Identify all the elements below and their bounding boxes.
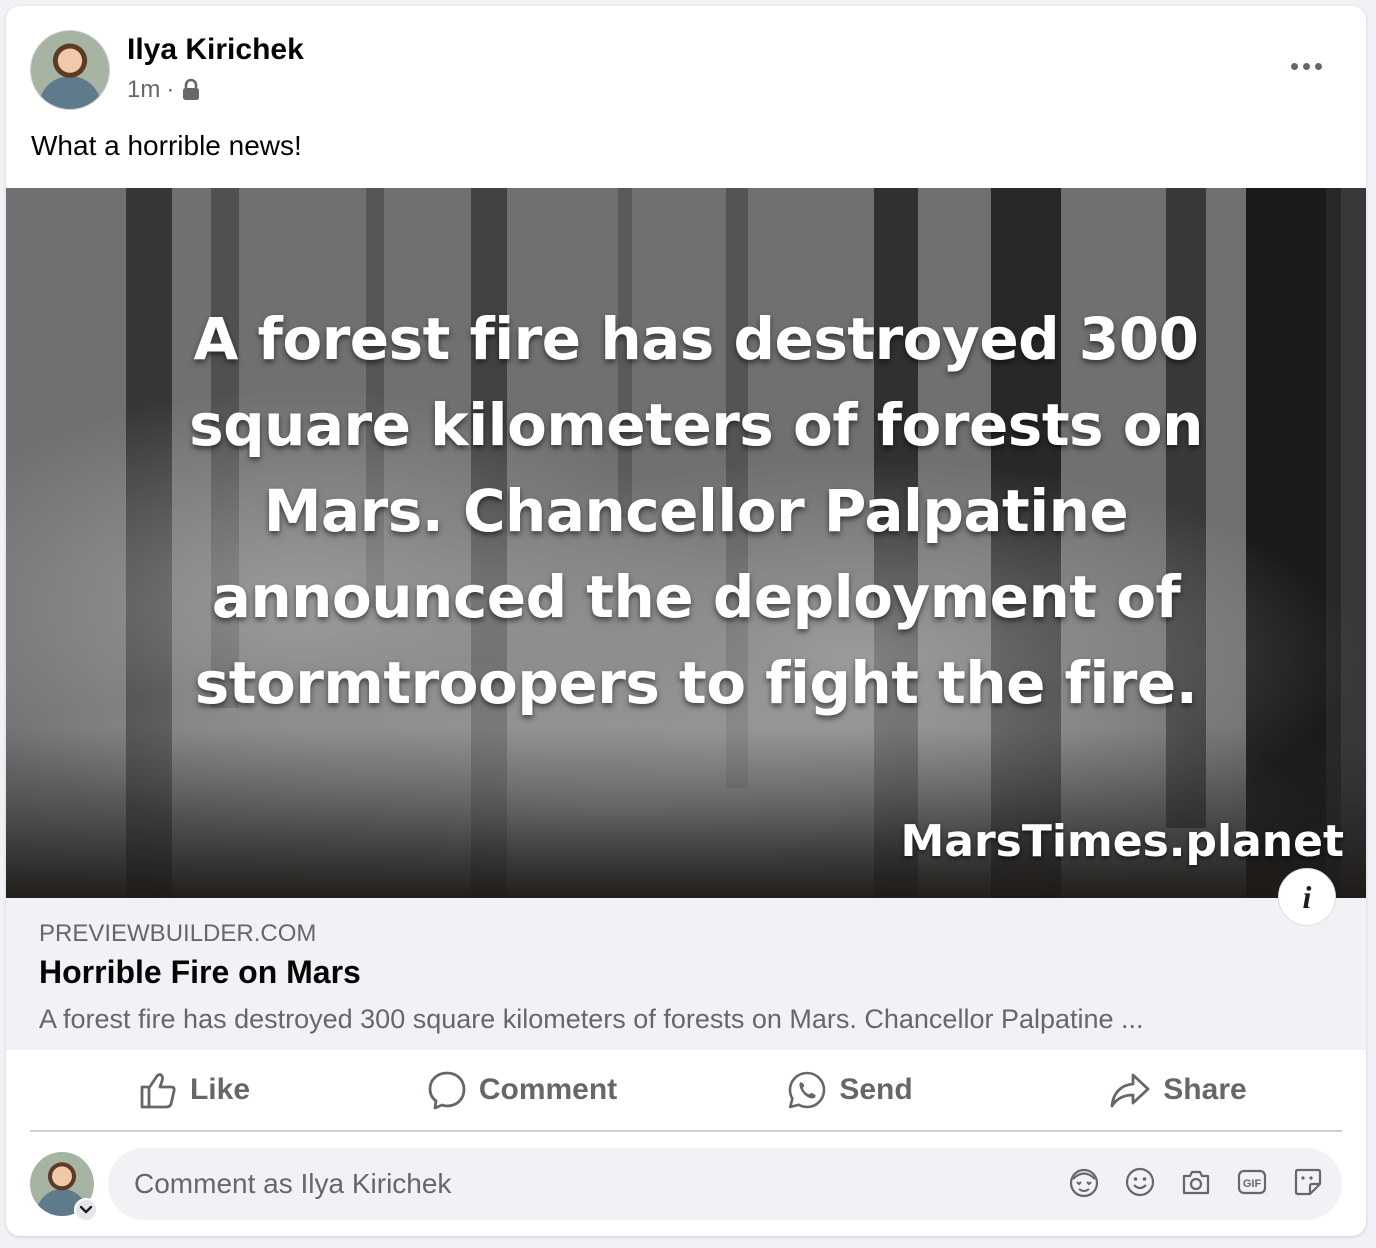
whatsapp-icon xyxy=(787,1070,827,1110)
like-label: Like xyxy=(189,1073,251,1106)
share-label: Share xyxy=(1163,1073,1247,1106)
avatar-sticker-icon[interactable] xyxy=(1068,1166,1100,1198)
info-icon[interactable]: i xyxy=(1278,868,1336,926)
author-avatar[interactable] xyxy=(30,30,110,110)
thumbs-up-icon xyxy=(138,1070,178,1110)
link-image[interactable]: A forest fire has destroyed 300 square k… xyxy=(6,188,1366,898)
link-description: A forest fire has destroyed 300 square k… xyxy=(39,1004,1144,1034)
share-arrow-icon xyxy=(1109,1070,1151,1110)
comment-bubble-icon xyxy=(427,1070,467,1110)
emoji-icon[interactable] xyxy=(1124,1166,1156,1198)
send-button[interactable]: Send xyxy=(686,1050,1014,1130)
chevron-down-icon[interactable] xyxy=(74,1198,98,1222)
post-meta: 1m · xyxy=(127,76,202,104)
share-button[interactable]: Share xyxy=(1014,1050,1342,1130)
post-card: Ilya Kirichek 1m · What a horrible news! xyxy=(6,6,1366,1236)
meta-separator: · xyxy=(166,76,175,103)
link-title[interactable]: Horrible Fire on Mars xyxy=(39,954,361,991)
more-dot-icon xyxy=(1290,62,1298,70)
action-bar: Like Comment Send Share xyxy=(30,1050,1342,1132)
lock-icon[interactable] xyxy=(180,78,202,102)
composer-icons: GIF xyxy=(1068,1166,1324,1198)
image-headline: A forest fire has destroyed 300 square k… xyxy=(189,305,1203,717)
post-time[interactable]: 1m xyxy=(127,76,160,104)
send-label: Send xyxy=(839,1073,913,1106)
more-dot-icon xyxy=(1302,62,1310,70)
comment-input-wrapper[interactable]: GIF xyxy=(108,1148,1342,1220)
post-text: What a horrible news! xyxy=(31,130,302,161)
comment-composer: GIF xyxy=(30,1148,1342,1222)
comment-label: Comment xyxy=(478,1073,618,1106)
camera-icon[interactable] xyxy=(1180,1166,1212,1198)
svg-text:GIF: GIF xyxy=(1243,1178,1262,1190)
comment-button[interactable]: Comment xyxy=(358,1050,686,1130)
more-dot-icon xyxy=(1314,62,1322,70)
link-preview[interactable]: PREVIEWBUILDER.COM Horrible Fire on Mars… xyxy=(6,898,1366,1050)
more-options-button[interactable] xyxy=(1284,50,1328,82)
image-watermark: MarsTimes.planet xyxy=(900,816,1344,867)
sticker-icon[interactable] xyxy=(1292,1166,1324,1198)
author-name[interactable]: Ilya Kirichek xyxy=(127,33,304,67)
link-domain: PREVIEWBUILDER.COM xyxy=(39,920,317,947)
comment-input[interactable] xyxy=(132,1167,1036,1201)
gif-icon[interactable]: GIF xyxy=(1236,1166,1268,1198)
post-header: Ilya Kirichek 1m · xyxy=(6,6,1366,116)
like-button[interactable]: Like xyxy=(30,1050,358,1130)
